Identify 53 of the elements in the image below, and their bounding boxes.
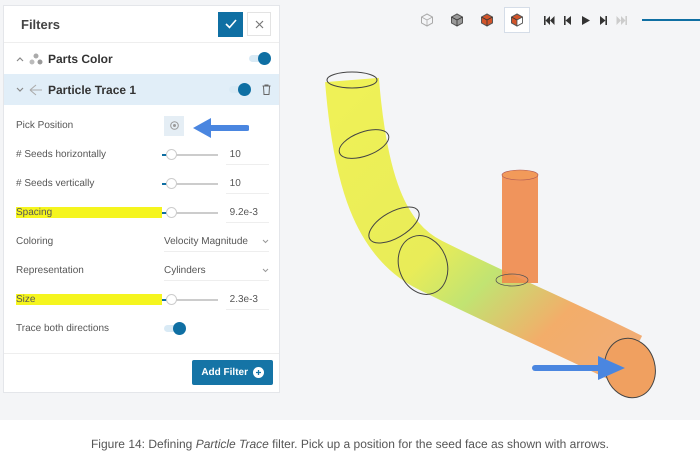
shapes-icon — [29, 52, 43, 64]
play-icon[interactable] — [580, 16, 591, 24]
view-button[interactable] — [504, 7, 530, 33]
value-field[interactable]: 9.2e-3 — [226, 202, 269, 222]
toggle-switch[interactable] — [229, 83, 251, 96]
slider-thumb[interactable] — [166, 178, 177, 189]
parameter-label: Size — [16, 294, 162, 305]
filter-item[interactable]: Parts Color — [4, 43, 279, 74]
parameter-label: Trace both directions — [16, 323, 110, 334]
target-icon — [170, 121, 178, 130]
dropdown[interactable]: Velocity Magnitude — [164, 232, 269, 252]
trace-icon — [29, 84, 43, 96]
cube-icon — [510, 13, 524, 27]
slider-thumb[interactable] — [166, 207, 177, 218]
parameter-label: # Seeds horizontally — [16, 149, 108, 160]
parameter-label: # Seeds vertically — [16, 178, 96, 189]
cube-icon — [450, 13, 464, 27]
filter-label: Particle Trace 1 — [48, 82, 138, 96]
toggle-switch[interactable] — [249, 52, 271, 65]
figure-caption: Figure 14: Defining Particle Trace filter. Pick up a position for the seed face as shown with arrows. — [90, 437, 610, 451]
value-field[interactable]: 2.3e-3 — [226, 290, 269, 310]
toggle-switch[interactable] — [164, 322, 186, 335]
close-button[interactable] — [247, 12, 271, 36]
close-icon — [254, 20, 264, 28]
chevron-down-icon — [262, 238, 269, 244]
cube-icon — [480, 13, 494, 27]
confirm-button[interactable] — [218, 12, 243, 36]
panel-title: Filters — [21, 16, 62, 32]
parameter-label: Representation — [16, 265, 85, 276]
pick-button[interactable] — [164, 116, 184, 136]
value-field[interactable]: 10 — [226, 144, 269, 164]
step-back-icon[interactable] — [562, 16, 573, 24]
skip-back-icon[interactable] — [544, 16, 555, 24]
add-filter-button[interactable]: Add Filter — [192, 360, 273, 385]
dropdown[interactable]: Cylinders — [164, 260, 269, 280]
step-forward-icon[interactable] — [598, 16, 609, 24]
filter-label: Parts Color — [48, 52, 114, 66]
parameter-label: Coloring — [16, 236, 54, 247]
slider-thumb[interactable] — [166, 294, 177, 305]
parameter-label: Spacing — [16, 207, 162, 218]
timeline-slider[interactable] — [642, 19, 700, 21]
trash-icon[interactable] — [262, 84, 271, 95]
slider-thumb[interactable] — [166, 149, 177, 160]
chevron-down-icon — [262, 268, 269, 272]
value-field[interactable]: 10 — [226, 174, 269, 194]
plus-icon — [253, 367, 264, 378]
parameter-label: Pick Position — [16, 120, 74, 131]
chevron-down-icon[interactable] — [16, 86, 24, 92]
chevron-up-icon[interactable] — [16, 56, 24, 62]
check-icon — [224, 19, 236, 29]
cube-icon — [420, 13, 434, 27]
arrow-annotation — [191, 117, 249, 139]
filter-item[interactable]: Particle Trace 1 — [4, 74, 279, 105]
